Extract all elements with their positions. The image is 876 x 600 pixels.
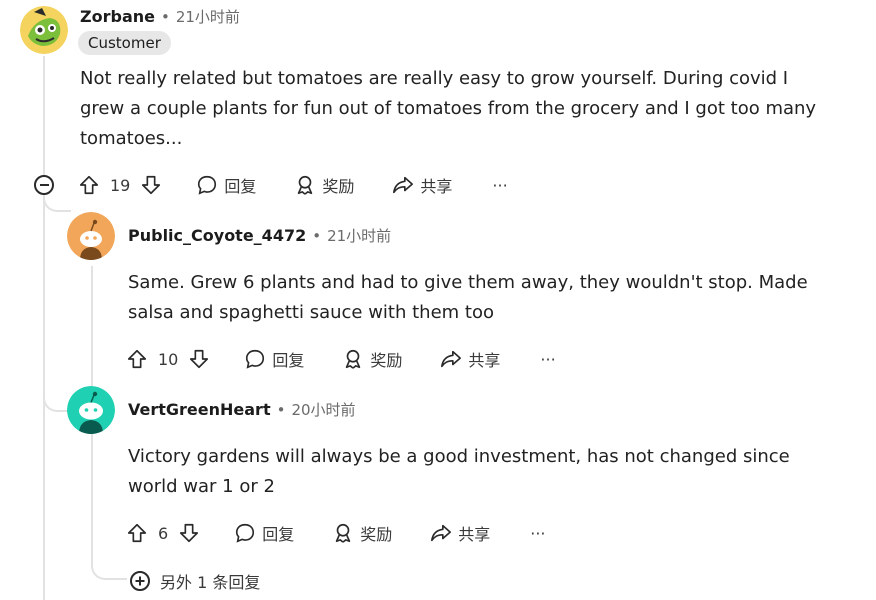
thread-curve-3 [91,440,127,580]
comment-header: VertGreenHeart • 20小时前 [128,399,356,420]
meta-separator: • [312,226,322,245]
vote-group: 19 [78,174,162,196]
timestamp[interactable]: 21小时前 [176,6,240,27]
downvote-icon [142,175,161,195]
more-options-button[interactable]: ··· [540,350,555,369]
award-icon [298,175,313,195]
comment-actions: 6 回复 奖励 共享 ··· [126,518,546,548]
share-button[interactable]: 共享 [440,347,500,371]
comment-line: Not really related but tomatoes are real… [80,68,789,89]
comment-line: Same. Grew 6 plants and had to give them… [128,272,808,293]
share-label: 共享 [468,351,501,370]
vote-group: 6 [126,522,200,544]
reply-label: 回复 [224,177,257,196]
comment-line: world war 1 or 2 [128,476,275,497]
thread-line-main[interactable] [43,56,45,600]
share-label: 共享 [420,177,453,196]
avatar[interactable] [20,6,68,54]
comment-actions: 19 回复 奖励 共享 ··· [78,170,508,200]
avatar-image [67,386,115,434]
vote-count: 19 [110,175,131,195]
comment-body: Same. Grew 6 plants and had to give them… [128,268,808,328]
share-icon [393,176,414,194]
comment-body: Not really related but tomatoes are real… [80,64,816,154]
more-options-icon: ··· [540,349,556,369]
collapse-button[interactable] [34,175,54,195]
timestamp[interactable]: 20小时前 [291,399,355,420]
comment-body: Victory gardens will always be a good in… [128,442,790,502]
upvote-icon [79,175,99,195]
award-icon [335,523,351,543]
reply-button[interactable]: 回复 [244,347,304,371]
vote-group: 10 [126,348,210,370]
award-button[interactable]: 奖励 [332,521,392,545]
share-icon [431,524,452,542]
avatar[interactable] [67,212,115,260]
award-button[interactable]: 奖励 [294,173,354,197]
author-name[interactable]: Zorbane [80,7,155,26]
meta-separator: • [276,400,286,419]
share-icon [441,350,462,368]
reply-icon [236,523,255,543]
more-options-button[interactable]: ··· [492,176,507,195]
downvote-button[interactable] [178,522,200,544]
avatar-image [67,212,115,260]
award-label: 奖励 [360,525,393,544]
comment-line: Victory gardens will always be a good in… [128,446,790,467]
upvote-button[interactable] [126,522,148,544]
avatar[interactable] [67,386,115,434]
meta-separator: • [160,7,170,26]
more-options-button[interactable]: ··· [530,524,545,543]
comment-thread: Zorbane • 21小时前 Customer Not really rela… [0,0,876,600]
upvote-icon [127,523,147,543]
author-name[interactable]: VertGreenHeart [128,400,271,419]
timestamp[interactable]: 21小时前 [327,225,391,246]
user-flair: Customer [78,31,171,55]
plus-circle-icon [130,571,150,591]
share-button[interactable]: 共享 [430,521,490,545]
downvote-button[interactable] [140,174,162,196]
reply-icon [198,175,217,195]
upvote-button[interactable] [126,348,148,370]
comment-header: Zorbane • 21小时前 [80,6,240,27]
downvote-button[interactable] [188,348,210,370]
reply-icon [246,349,265,369]
more-options-icon: ··· [530,523,546,543]
award-icon [346,349,361,369]
comment-actions: 10 回复 奖励 共享 ··· [126,344,556,374]
award-label: 奖励 [370,351,403,370]
comment-header: Public_Coyote_4472 • 21小时前 [128,225,391,246]
award-label: 奖励 [322,177,355,196]
reply-label: 回复 [272,351,305,370]
downvote-icon [190,349,209,369]
downvote-icon [180,523,199,543]
share-button[interactable]: 共享 [392,173,452,197]
vote-count: 6 [158,523,169,543]
comment-line: grew a couple plants for fun out of toma… [80,98,817,119]
award-button[interactable]: 奖励 [342,347,402,371]
comment-line: tomatoes... [80,128,183,149]
more-options-icon: ··· [492,175,508,195]
author-name[interactable]: Public_Coyote_4472 [128,226,306,245]
more-replies-button[interactable]: 另外 1 条回复 [130,569,260,593]
vote-count: 10 [158,349,179,369]
reply-button[interactable]: 回复 [196,173,256,197]
more-replies-label: 另外 1 条回复 [160,573,261,592]
reply-label: 回复 [262,525,295,544]
avatar-image [20,6,68,54]
comment-line: salsa and spaghetti sauce with them too [128,302,495,323]
upvote-icon [127,349,147,369]
upvote-button[interactable] [78,174,100,196]
reply-button[interactable]: 回复 [234,521,294,545]
share-label: 共享 [458,525,491,544]
